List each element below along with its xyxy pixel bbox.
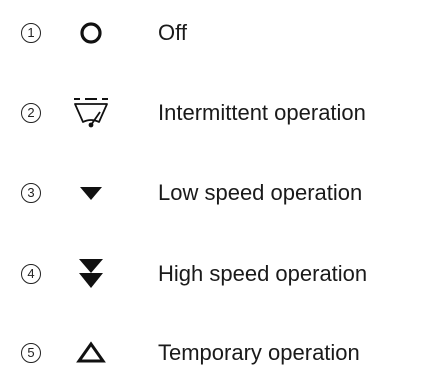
- list-item-intermittent: 2 Intermittent operation: [0, 93, 426, 133]
- item-number: 2: [21, 103, 41, 123]
- double-triangle-down-icon: [66, 254, 116, 294]
- list-item-low-speed: 3 Low speed operation: [0, 173, 426, 213]
- item-label: Low speed operation: [158, 180, 363, 205]
- circle-icon: [66, 13, 116, 53]
- item-label: Off: [158, 20, 187, 45]
- wiper-intermittent-icon: [66, 93, 116, 133]
- list-item-temporary: 5 Temporary operation: [0, 333, 426, 373]
- triangle-down-icon: [66, 173, 116, 213]
- list-item-high-speed: 4 High speed operation: [0, 254, 426, 294]
- list-item-off: 1 Off: [0, 13, 426, 53]
- item-label: Temporary operation: [158, 340, 360, 365]
- triangle-up-outline-icon: [66, 333, 116, 373]
- item-number: 5: [21, 343, 41, 363]
- item-label: Intermittent operation: [158, 100, 366, 125]
- item-number: 3: [21, 183, 41, 203]
- item-label: High speed operation: [158, 261, 368, 286]
- item-number: 1: [21, 23, 41, 43]
- item-number: 4: [21, 264, 41, 284]
